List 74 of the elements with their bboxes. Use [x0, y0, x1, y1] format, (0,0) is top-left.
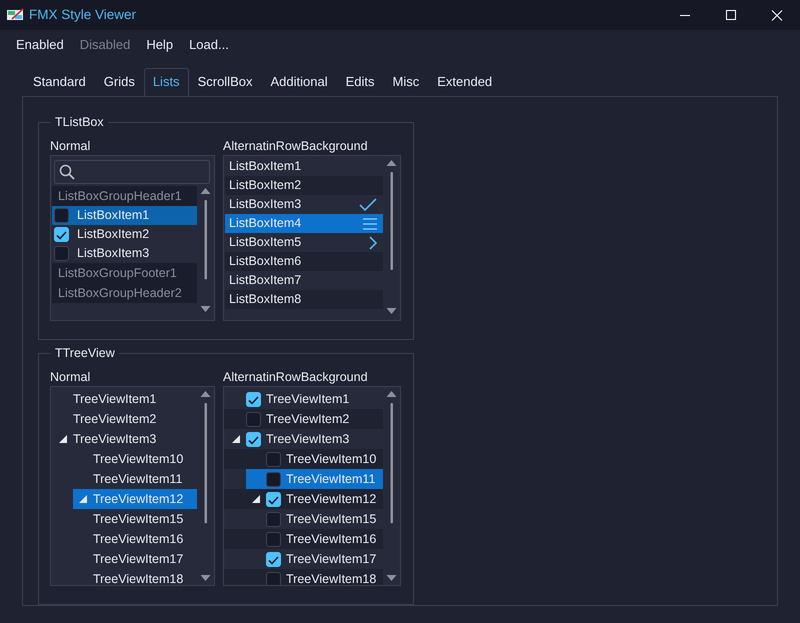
scrollbar[interactable]: [199, 389, 212, 583]
detail-icon: [363, 218, 377, 230]
list-item[interactable]: ListBoxItem4: [225, 214, 383, 233]
tab[interactable]: Misc: [384, 68, 428, 96]
tab[interactable]: Edits: [336, 68, 384, 96]
app-icon: [7, 8, 25, 22]
window-title: FMX Style Viewer: [29, 6, 138, 24]
checkbox[interactable]: [266, 532, 281, 546]
tree-item[interactable]: TreeViewItem3: [53, 429, 197, 449]
list-item[interactable]: ListBoxItem8: [225, 290, 383, 309]
scrollbar[interactable]: [199, 186, 212, 314]
expander-icon[interactable]: [59, 435, 67, 443]
list-item[interactable]: ListBoxItem1: [52, 206, 197, 225]
checkbox[interactable]: [266, 472, 281, 486]
group-footer: ListBoxGroupFooter1: [52, 263, 197, 283]
list-item[interactable]: ListBoxItem7: [225, 271, 383, 290]
menu-item[interactable]: Help: [138, 35, 182, 55]
tab[interactable]: Additional: [261, 68, 337, 96]
scrollbar[interactable]: [385, 389, 398, 583]
menu-item[interactable]: Enabled: [8, 35, 72, 55]
tree-item[interactable]: TreeViewItem15: [246, 509, 383, 529]
checkbox[interactable]: [266, 452, 281, 466]
checkbox[interactable]: [246, 392, 261, 406]
tree-item[interactable]: TreeViewItem3: [226, 429, 383, 449]
list-item[interactable]: ListBoxItem6: [225, 252, 383, 271]
list-item[interactable]: ListBoxItem1: [225, 157, 383, 176]
tab[interactable]: Grids: [94, 68, 144, 96]
checkbox[interactable]: [54, 227, 69, 242]
tree-item[interactable]: TreeViewItem1: [53, 389, 197, 409]
list-label: AlternatinRowBackground: [223, 369, 369, 386]
chevron-right-icon: [369, 236, 377, 250]
list-label: AlternatinRowBackground: [223, 138, 369, 155]
checkbox[interactable]: [54, 208, 69, 223]
expander-icon[interactable]: [232, 435, 240, 443]
tree-item[interactable]: TreeViewItem17: [73, 549, 197, 569]
checkbox[interactable]: [266, 512, 281, 526]
checkbox[interactable]: [266, 492, 281, 506]
list-item[interactable]: ListBoxItem3: [225, 195, 383, 214]
search-icon: [59, 164, 75, 180]
tab[interactable]: Standard: [24, 68, 95, 96]
checkmark-icon: [359, 198, 377, 212]
tree-item[interactable]: TreeViewItem1: [226, 389, 383, 409]
tree-item[interactable]: TreeViewItem11: [246, 469, 383, 489]
list-label: Normal: [50, 138, 92, 155]
tree-item[interactable]: TreeViewItem17: [246, 549, 383, 569]
expander-icon[interactable]: [252, 495, 260, 503]
tree-item[interactable]: TreeViewItem18: [73, 569, 197, 585]
group-header: ListBoxGroupHeader1: [52, 186, 197, 206]
list-item[interactable]: ListBoxItem2: [52, 225, 197, 244]
checkbox[interactable]: [266, 572, 281, 585]
list-label: Normal: [50, 369, 92, 386]
checkbox[interactable]: [266, 552, 281, 566]
tree-item[interactable]: TreeViewItem12: [73, 489, 197, 509]
tree-item[interactable]: TreeViewItem10: [73, 449, 197, 469]
menu-item[interactable]: Load...: [181, 35, 237, 55]
list-item[interactable]: ListBoxItem3: [52, 244, 197, 263]
checkbox[interactable]: [246, 412, 261, 426]
maximize-icon: [725, 10, 737, 20]
checkbox[interactable]: [54, 246, 69, 261]
tree-item[interactable]: TreeViewItem2: [53, 409, 197, 429]
close-icon: [771, 10, 783, 20]
tree-item[interactable]: TreeViewItem15: [73, 509, 197, 529]
tree-item[interactable]: TreeViewItem2: [226, 409, 383, 429]
scrollbar[interactable]: [385, 158, 398, 316]
tab[interactable]: Lists: [144, 68, 189, 96]
list-item[interactable]: ListBoxItem5: [225, 233, 383, 252]
search-field[interactable]: [54, 160, 210, 184]
group-header: ListBoxGroupHeader2: [52, 283, 197, 303]
tree-item[interactable]: TreeViewItem11: [73, 469, 197, 489]
tree-item[interactable]: TreeViewItem16: [73, 529, 197, 549]
checkbox[interactable]: [246, 432, 261, 446]
list-item[interactable]: ListBoxItem2: [225, 176, 383, 195]
tab[interactable]: ScrollBox: [188, 68, 262, 96]
tab[interactable]: Extended: [428, 68, 502, 96]
